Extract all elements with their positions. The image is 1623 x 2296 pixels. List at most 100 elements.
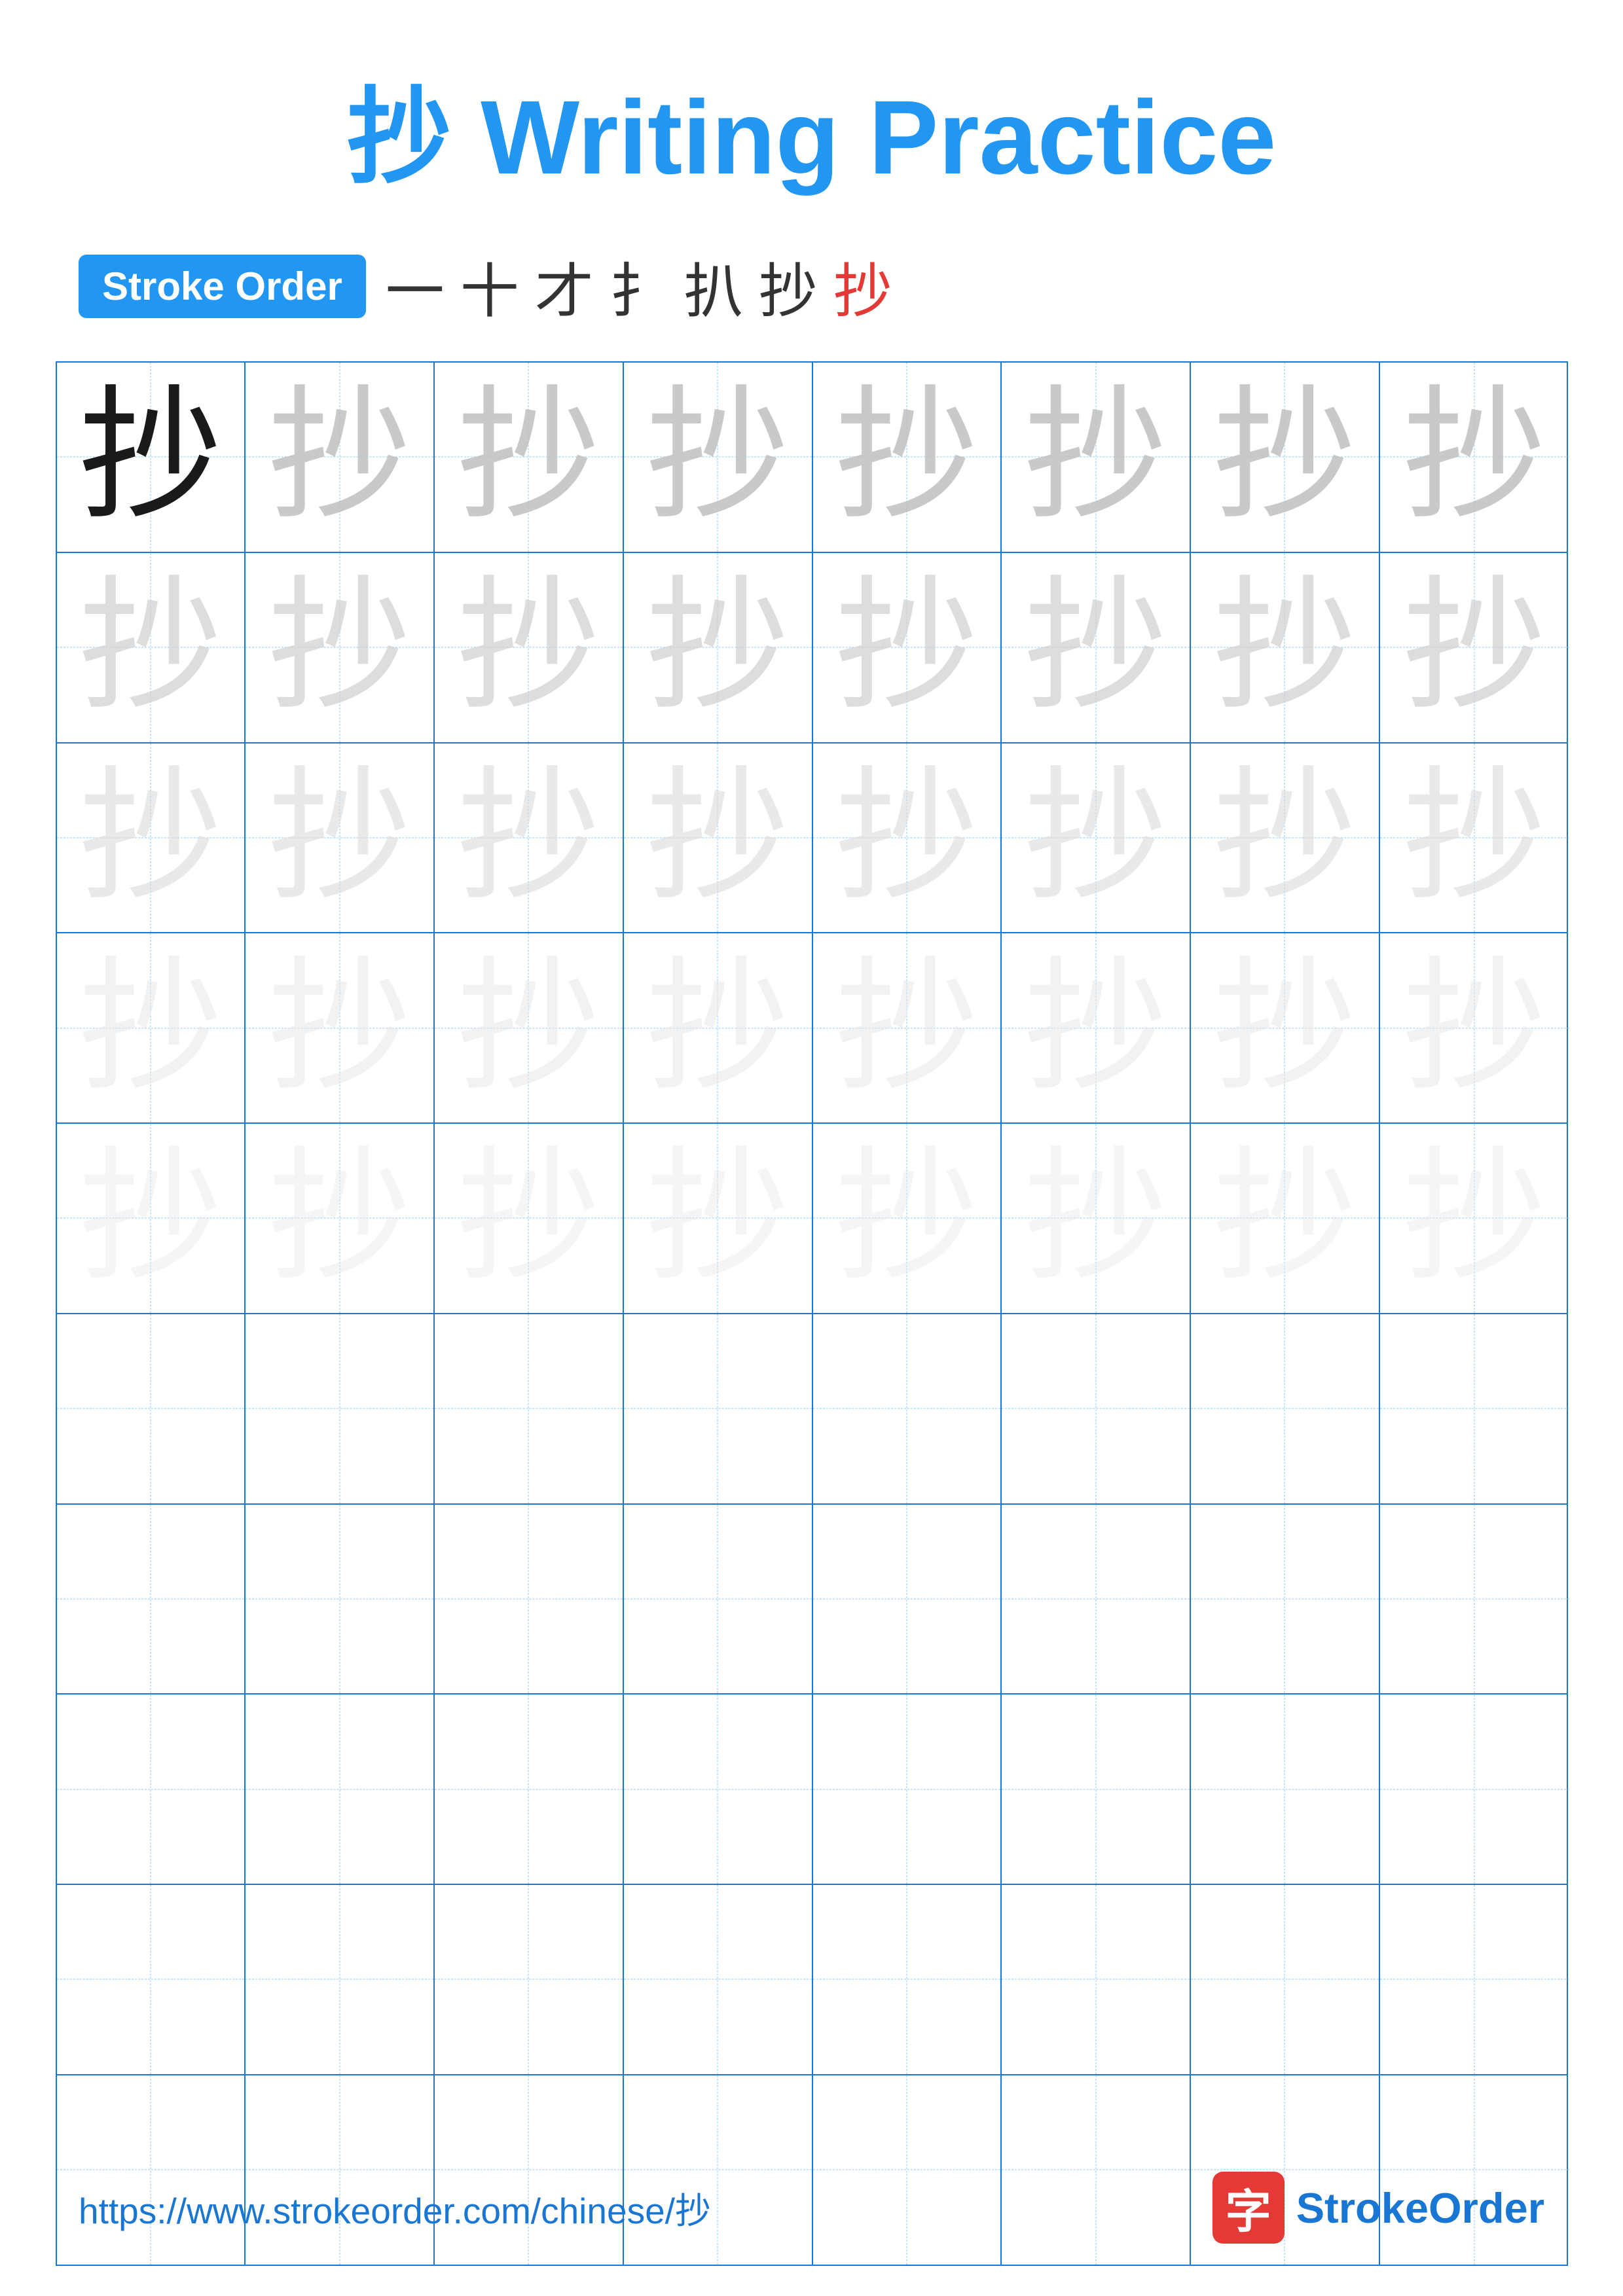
grid-cell-3-4[interactable]: 抄 [624, 744, 813, 933]
grid-cell-1-7[interactable]: 抄 [1191, 363, 1380, 552]
grid-row-3: 抄 抄 抄 抄 抄 抄 抄 抄 [57, 744, 1567, 934]
practice-char: 抄 [268, 766, 412, 910]
grid-cell-4-1[interactable]: 抄 [57, 933, 246, 1122]
grid-cell-6-2[interactable] [246, 1314, 435, 1503]
grid-cell-1-8[interactable]: 抄 [1380, 363, 1569, 552]
practice-char: 抄 [1213, 766, 1357, 910]
grid-cell-5-7[interactable]: 抄 [1191, 1124, 1380, 1313]
grid-cell-5-5[interactable]: 抄 [813, 1124, 1002, 1313]
grid-cell-9-5[interactable] [813, 1885, 1002, 2074]
practice-char: 抄 [1402, 1146, 1546, 1290]
practice-char: 抄 [1213, 385, 1357, 529]
grid-cell-1-2[interactable]: 抄 [246, 363, 435, 552]
stroke-char-4: 扌 [610, 243, 668, 329]
grid-cell-7-7[interactable] [1191, 1505, 1380, 1694]
grid-cell-2-3[interactable]: 抄 [435, 553, 624, 742]
grid-cell-5-4[interactable]: 抄 [624, 1124, 813, 1313]
grid-cell-2-2[interactable]: 抄 [246, 553, 435, 742]
grid-cell-7-8[interactable] [1380, 1505, 1569, 1694]
practice-char: 抄 [79, 385, 223, 529]
grid-cell-8-2[interactable] [246, 1695, 435, 1884]
grid-cell-3-3[interactable]: 抄 [435, 744, 624, 933]
grid-cell-4-3[interactable]: 抄 [435, 933, 624, 1122]
grid-cell-9-3[interactable] [435, 1885, 624, 2074]
grid-cell-8-7[interactable] [1191, 1695, 1380, 1884]
grid-cell-4-5[interactable]: 抄 [813, 933, 1002, 1122]
grid-cell-1-1[interactable]: 抄 [57, 363, 246, 552]
grid-cell-4-2[interactable]: 抄 [246, 933, 435, 1122]
practice-char: 抄 [79, 575, 223, 719]
grid-cell-7-4[interactable] [624, 1505, 813, 1694]
grid-cell-5-1[interactable]: 抄 [57, 1124, 246, 1313]
grid-cell-9-4[interactable] [624, 1885, 813, 2074]
grid-cell-5-6[interactable]: 抄 [1002, 1124, 1191, 1313]
grid-cell-9-1[interactable] [57, 1885, 246, 2074]
page-title: 抄 Writing Practice [347, 79, 1277, 196]
grid-cell-7-1[interactable] [57, 1505, 246, 1694]
grid-cell-6-4[interactable] [624, 1314, 813, 1503]
stroke-char-7: 抄 [833, 243, 892, 329]
grid-cell-9-6[interactable] [1002, 1885, 1191, 2074]
grid-cell-4-4[interactable]: 抄 [624, 933, 813, 1122]
grid-cell-7-2[interactable] [246, 1505, 435, 1694]
grid-cell-2-4[interactable]: 抄 [624, 553, 813, 742]
grid-cell-5-2[interactable]: 抄 [246, 1124, 435, 1313]
footer: https://www.strokeorder.com/chinese/抄 字 … [0, 2172, 1623, 2244]
grid-cell-8-5[interactable] [813, 1695, 1002, 1884]
grid-cell-6-3[interactable] [435, 1314, 624, 1503]
grid-cell-8-1[interactable] [57, 1695, 246, 1884]
grid-cell-7-6[interactable] [1002, 1505, 1191, 1694]
grid-cell-3-2[interactable]: 抄 [246, 744, 435, 933]
practice-char: 抄 [456, 385, 600, 529]
grid-cell-1-3[interactable]: 抄 [435, 363, 624, 552]
grid-cell-3-6[interactable]: 抄 [1002, 744, 1191, 933]
grid-cell-1-4[interactable]: 抄 [624, 363, 813, 552]
practice-char: 抄 [456, 1146, 600, 1290]
grid-cell-2-5[interactable]: 抄 [813, 553, 1002, 742]
grid-cell-8-4[interactable] [624, 1695, 813, 1884]
stroke-char-3: 才 [535, 243, 594, 329]
grid-cell-5-3[interactable]: 抄 [435, 1124, 624, 1313]
grid-cell-2-6[interactable]: 抄 [1002, 553, 1191, 742]
grid-cell-3-7[interactable]: 抄 [1191, 744, 1380, 933]
grid-cell-8-3[interactable] [435, 1695, 624, 1884]
grid-cell-7-5[interactable] [813, 1505, 1002, 1694]
grid-cell-6-5[interactable] [813, 1314, 1002, 1503]
practice-char: 抄 [835, 956, 979, 1100]
grid-cell-9-7[interactable] [1191, 1885, 1380, 2074]
practice-char: 抄 [456, 575, 600, 719]
practice-char: 抄 [1024, 385, 1168, 529]
title-section: 抄 Writing Practice [347, 52, 1277, 204]
grid-cell-6-1[interactable] [57, 1314, 246, 1503]
grid-cell-6-6[interactable] [1002, 1314, 1191, 1503]
grid-cell-6-7[interactable] [1191, 1314, 1380, 1503]
grid-cell-4-8[interactable]: 抄 [1380, 933, 1569, 1122]
practice-char: 抄 [1024, 1146, 1168, 1290]
grid-cell-3-5[interactable]: 抄 [813, 744, 1002, 933]
grid-cell-3-8[interactable]: 抄 [1380, 744, 1569, 933]
grid-cell-8-8[interactable] [1380, 1695, 1569, 1884]
practice-char: 抄 [646, 766, 790, 910]
grid-cell-2-1[interactable]: 抄 [57, 553, 246, 742]
grid-cell-2-8[interactable]: 抄 [1380, 553, 1569, 742]
grid-cell-3-1[interactable]: 抄 [57, 744, 246, 933]
grid-cell-1-5[interactable]: 抄 [813, 363, 1002, 552]
grid-row-7 [57, 1505, 1567, 1695]
grid-cell-8-6[interactable] [1002, 1695, 1191, 1884]
practice-char: 抄 [268, 575, 412, 719]
practice-char: 抄 [1402, 575, 1546, 719]
practice-char: 抄 [646, 575, 790, 719]
grid-cell-2-7[interactable]: 抄 [1191, 553, 1380, 742]
grid-cell-5-8[interactable]: 抄 [1380, 1124, 1569, 1313]
grid-cell-7-3[interactable] [435, 1505, 624, 1694]
grid-cell-9-8[interactable] [1380, 1885, 1569, 2074]
practice-char: 抄 [1213, 575, 1357, 719]
grid-cell-4-6[interactable]: 抄 [1002, 933, 1191, 1122]
practice-char: 抄 [79, 956, 223, 1100]
stroke-char-1: 一 [386, 243, 445, 329]
grid-cell-4-7[interactable]: 抄 [1191, 933, 1380, 1122]
stroke-order-badge: Stroke Order [79, 255, 366, 318]
grid-cell-6-8[interactable] [1380, 1314, 1569, 1503]
grid-cell-1-6[interactable]: 抄 [1002, 363, 1191, 552]
grid-cell-9-2[interactable] [246, 1885, 435, 2074]
